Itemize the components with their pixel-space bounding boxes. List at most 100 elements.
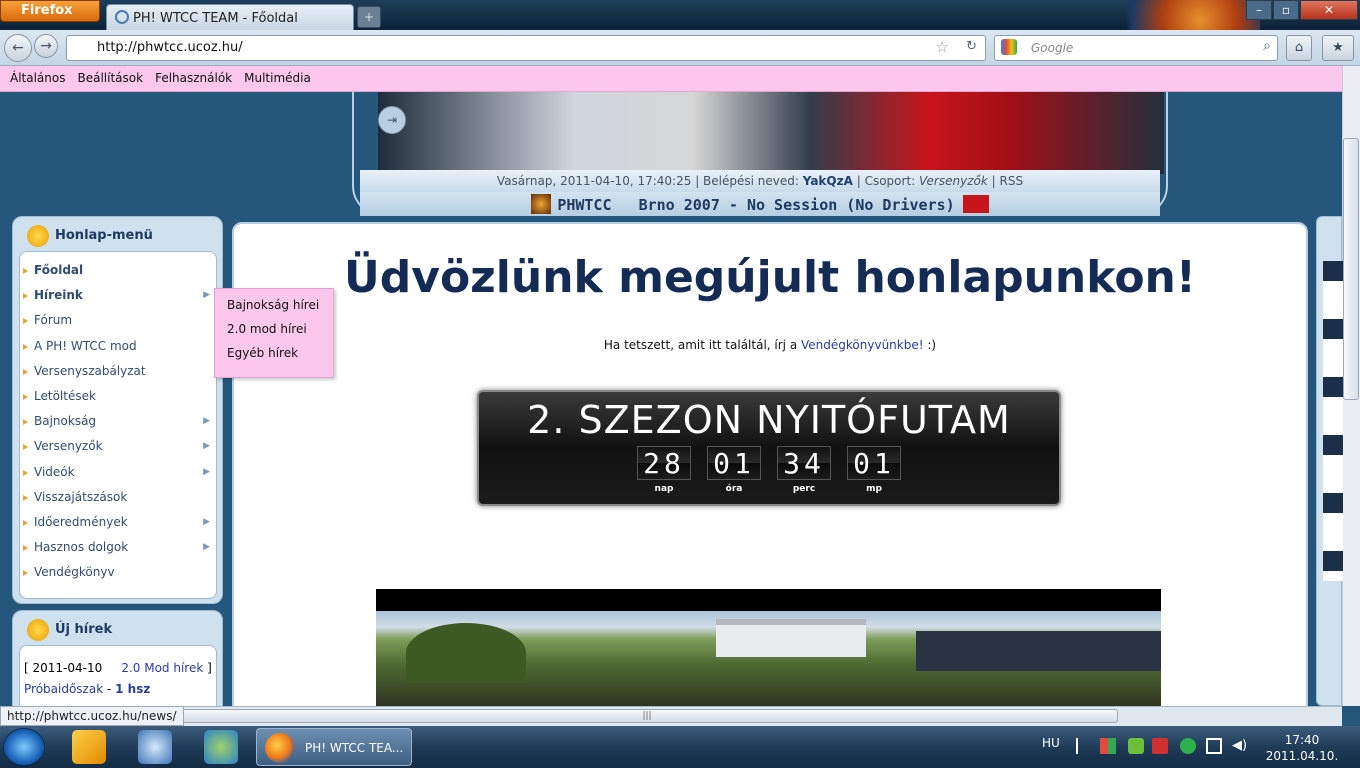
sidebar-item-bajnoksag[interactable]: Bajnokság ▶ bbox=[20, 409, 216, 434]
guestbook-invite: Ha tetszett, amit itt találtál, írj a Ve… bbox=[232, 338, 1308, 352]
sidebar-item-versenyszabalyzat[interactable]: Versenyszabályzat bbox=[20, 359, 216, 384]
language-indicator[interactable]: HU bbox=[1042, 736, 1060, 750]
sidebar-item-label[interactable]: Fórum bbox=[34, 313, 72, 327]
sidebar-item-label[interactable]: Főoldal bbox=[34, 263, 83, 277]
submenu-item-mod-hirei[interactable]: 2.0 mod hírei bbox=[227, 319, 333, 343]
windows-taskbar: PH! WTCC TEA... HU ◀) 17:40 2011.04.10. bbox=[0, 726, 1360, 768]
submenu-arrow-icon: ▶ bbox=[203, 290, 210, 301]
url-bar[interactable]: http://phwtcc.ucoz.hu/ ☆ ↻ bbox=[66, 35, 986, 61]
google-icon[interactable] bbox=[1001, 39, 1017, 55]
admin-menu-multimedia[interactable]: Multimédia bbox=[238, 66, 317, 90]
sidebar-item-label[interactable]: Vendégkönyv bbox=[34, 565, 115, 579]
browser-tab[interactable]: PH! WTCC TEAM - Főoldal bbox=[106, 4, 354, 30]
current-date: Vasárnap, 2011-04-10, 17:40:25 bbox=[496, 174, 692, 188]
group-label: | Csoport: bbox=[856, 174, 916, 188]
vertical-scroll-thumb[interactable] bbox=[1343, 138, 1359, 400]
sidebar-item-label[interactable]: Letöltések bbox=[34, 389, 96, 403]
user-info-bar: Vasárnap, 2011-04-10, 17:40:25 | Belépés… bbox=[360, 170, 1160, 192]
clock-time: 17:40 bbox=[1284, 733, 1320, 747]
sidebar-item-versenyzok[interactable]: Versenyzők ▶ bbox=[20, 434, 216, 459]
maximize-button[interactable]: ▫ bbox=[1273, 0, 1299, 20]
security-icon[interactable] bbox=[1128, 738, 1144, 754]
sidebar-item-label[interactable]: A PH! WTCC mod bbox=[34, 339, 137, 353]
sidebar-item-label[interactable]: Versenyzők bbox=[34, 439, 103, 453]
utorrent-icon[interactable] bbox=[1180, 738, 1196, 754]
news-category-link[interactable]: 2.0 Mod hírek bbox=[121, 661, 203, 675]
countdown-minutes-label: perc bbox=[792, 484, 816, 494]
countdown-hours-label: óra bbox=[725, 484, 743, 494]
username-link[interactable]: YakQzA bbox=[803, 174, 853, 188]
news-item-meta: [ 2011-04-10 2.0 Mod hírek ] bbox=[24, 658, 216, 679]
sidebar-item-label[interactable]: Videók bbox=[34, 465, 75, 479]
submenu-item-egyeb-hirek[interactable]: Egyéb hírek bbox=[227, 343, 333, 367]
news-date: [ 2011-04-10 bbox=[24, 661, 103, 675]
admin-menu-general[interactable]: Általános bbox=[4, 66, 72, 90]
submenu-item-bajnoksag-hirei[interactable]: Bajnokság hírei bbox=[227, 295, 333, 319]
minimize-button[interactable]: – bbox=[1246, 0, 1272, 20]
taskbar-firefox-task[interactable]: PH! WTCC TEA... bbox=[256, 728, 412, 766]
sidebar-item-videok[interactable]: Videók ▶ bbox=[20, 460, 216, 485]
news-panel-title: Új hírek bbox=[55, 622, 113, 637]
sidebar-item-label[interactable]: Bajnokság bbox=[34, 414, 96, 428]
back-button[interactable]: ← bbox=[4, 34, 32, 62]
sidebar-item-label[interactable]: Híreink bbox=[34, 288, 83, 302]
flag-tray-icon[interactable] bbox=[1076, 738, 1092, 754]
sidebar-item-letoltesek[interactable]: Letöltések bbox=[20, 384, 216, 409]
winamp-icon[interactable] bbox=[72, 730, 106, 764]
bookmark-star-icon[interactable]: ☆ bbox=[936, 38, 949, 56]
url-text[interactable]: http://phwtcc.ucoz.hu/ bbox=[97, 40, 243, 55]
admin-menu-settings[interactable]: Beállítások bbox=[72, 66, 150, 90]
rss-link[interactable]: | RSS bbox=[992, 174, 1023, 188]
login-label: | Belépési neved: bbox=[695, 174, 799, 188]
sidebar-item-visszajatszasok[interactable]: Visszajátszások bbox=[20, 485, 216, 510]
reload-icon[interactable]: ↻ bbox=[966, 39, 977, 54]
home-icon[interactable]: ⌂ bbox=[1286, 35, 1312, 61]
news-comment-count[interactable]: 1 hsz bbox=[115, 682, 150, 696]
countdown-days-label: nap bbox=[654, 484, 674, 494]
forward-button[interactable]: → bbox=[34, 34, 58, 58]
logout-icon[interactable]: ⇥ bbox=[378, 106, 406, 134]
news-title-link[interactable]: Próbaidőszak bbox=[24, 682, 103, 696]
track-video[interactable] bbox=[376, 589, 1161, 707]
sidebar-item-label[interactable]: Időeredmények bbox=[34, 515, 128, 529]
sidebar-item-idoeredmenyek[interactable]: Időeredmények ▶ bbox=[20, 510, 216, 535]
admin-menu-users[interactable]: Felhasználók bbox=[149, 66, 238, 90]
close-window-button[interactable]: ✕ bbox=[1300, 0, 1358, 20]
sidebar-item-label[interactable]: Hasznos dolgok bbox=[34, 540, 128, 554]
sidebar-item-wtcc-mod[interactable]: A PH! WTCC mod bbox=[20, 334, 216, 359]
season-countdown: 2. SZEZON NYITÓFUTAM 28 nap 01 óra 34 pe… bbox=[477, 390, 1061, 506]
guestbook-link[interactable]: Vendégkönyvünkbe! bbox=[801, 338, 924, 352]
search-icon[interactable]: ⌕ bbox=[1263, 38, 1271, 54]
sidebar-item-hasznos-dolgok[interactable]: Hasznos dolgok ▶ bbox=[20, 535, 216, 560]
horizontal-scrollbar[interactable]: ||| bbox=[176, 709, 1118, 723]
thunderbird-icon[interactable] bbox=[138, 730, 172, 764]
volume-icon[interactable]: ◀) bbox=[1232, 738, 1248, 754]
admin-menubar: Általános Beállítások Felhasználók Multiméd… bbox=[0, 66, 1342, 92]
firefox-menu-button[interactable]: Firefox bbox=[0, 0, 100, 22]
search-input[interactable]: Google ⌕ bbox=[994, 35, 1278, 61]
group-name: Versenyzők bbox=[919, 174, 988, 188]
system-clock[interactable]: 17:40 2011.04.10. bbox=[1262, 732, 1342, 764]
network-icon[interactable] bbox=[1206, 738, 1222, 754]
news-bracket: ] bbox=[207, 661, 212, 675]
bookmarks-menu-icon[interactable]: ★ bbox=[1322, 35, 1354, 61]
antivirus-icon[interactable] bbox=[1152, 738, 1168, 754]
countdown-minutes: 34 bbox=[777, 446, 831, 480]
sidebar-item-forum[interactable]: Fórum bbox=[20, 308, 216, 333]
messenger-icon[interactable] bbox=[204, 730, 238, 764]
pit-building-shape bbox=[716, 619, 866, 657]
windows-update-icon[interactable] bbox=[1100, 738, 1116, 754]
sidebar-item-hireink[interactable]: Híreink ▶ bbox=[20, 283, 216, 308]
start-button-icon[interactable] bbox=[3, 728, 45, 766]
sidebar-item-label[interactable]: Versenyszabályzat bbox=[34, 364, 146, 378]
clock-date: 2011.04.10. bbox=[1265, 749, 1339, 763]
sidebar-item-fooldal[interactable]: Főoldal bbox=[20, 258, 216, 283]
sidebar-item-vendegkonyv[interactable]: Vendégkönyv bbox=[20, 560, 216, 585]
sidebar-item-label[interactable]: Visszajátszások bbox=[34, 490, 127, 504]
welcome-heading: Üdvözlünk megújult honlapunkon! bbox=[344, 252, 1196, 303]
session-team: PHWTCC bbox=[557, 196, 612, 214]
countdown-seconds-label: mp bbox=[866, 484, 882, 494]
new-tab-button[interactable]: + bbox=[357, 6, 381, 28]
sidebar-menu-list: Főoldal Híreink ▶ Fórum A PH! WTCC mod Ve… bbox=[19, 251, 217, 599]
news-bullet-icon bbox=[27, 619, 49, 641]
